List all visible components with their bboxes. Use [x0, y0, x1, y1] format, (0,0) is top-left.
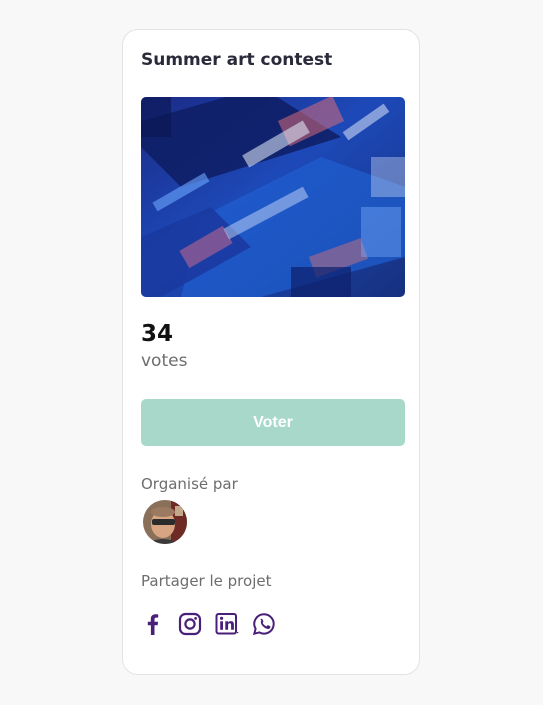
instagram-icon[interactable] [178, 612, 202, 636]
share-icons [141, 612, 276, 636]
organizer-label: Organisé par [141, 475, 238, 493]
facebook-icon[interactable] [141, 612, 165, 636]
vote-count: 34 [141, 321, 174, 347]
contest-artwork-image[interactable] [141, 97, 405, 297]
contest-card: Summer art contest 34 votes Voter Organi… [122, 29, 420, 675]
contest-title: Summer art contest [141, 50, 333, 70]
linkedin-icon[interactable] [215, 612, 239, 636]
whatsapp-icon[interactable] [252, 612, 276, 636]
share-label: Partager le projet [141, 572, 272, 590]
vote-button[interactable]: Voter [141, 399, 405, 446]
vote-count-label: votes [141, 351, 188, 371]
organizer-avatar[interactable] [143, 500, 187, 544]
